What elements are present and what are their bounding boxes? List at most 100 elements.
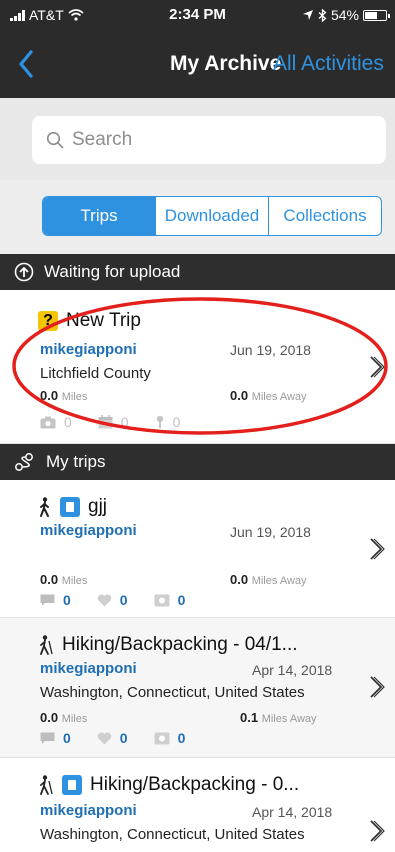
waypoint-icon [156, 415, 163, 428]
trip-stats: 0 0 0 [40, 730, 185, 746]
trip-name: Hiking/Backpacking - 0... [90, 774, 300, 795]
trip-name: New Trip [66, 310, 141, 331]
photos-count: 0 [64, 414, 72, 430]
trip-away-unit: Miles Away [261, 713, 317, 725]
trip-user[interactable]: mikegiapponi [40, 522, 137, 539]
comments-stat: 0 [40, 592, 71, 608]
trip-distance-value: 0.0 [40, 710, 59, 725]
trip-away-value: 0.0 [230, 388, 249, 403]
calendar-stat: 0 [98, 414, 129, 430]
photos-count: 0 [177, 592, 186, 608]
trip-date: Apr 14, 2018 [252, 662, 333, 678]
trip-card[interactable]: Hiking/Backpacking - 0... mikegiapponi A… [0, 758, 395, 852]
likes-count: 0 [119, 730, 128, 746]
waiting-section-label: Waiting for upload [44, 262, 181, 281]
photo-icon [154, 732, 170, 744]
trip-away-unit: Miles Away [251, 391, 307, 403]
comments-stat: 0 [40, 730, 71, 746]
heart-icon [97, 594, 112, 606]
search-area [0, 98, 395, 180]
segmented-control: Trips Downloaded Collections [42, 196, 382, 236]
back-button[interactable] [8, 44, 44, 84]
trip-date: Jun 19, 2018 [230, 342, 311, 358]
comments-count: 0 [63, 592, 71, 608]
search-input[interactable] [72, 129, 352, 151]
trip-title-row: Hiking/Backpacking - 0... [38, 774, 299, 796]
search-icon [46, 131, 64, 149]
trip-distance: 0.0 Miles [40, 388, 87, 403]
trip-title-row: ? New Trip [38, 310, 141, 332]
page-title: My Archive [170, 52, 282, 75]
tab-trips[interactable]: Trips [43, 197, 155, 235]
trip-location: Litchfield County [40, 365, 151, 382]
chevron-right-icon[interactable] [365, 536, 387, 562]
camera-icon [40, 416, 56, 428]
trip-user[interactable]: mikegiapponi [40, 660, 137, 677]
trip-card[interactable]: gjj mikegiapponi Jun 19, 2018 0.0 Miles … [0, 480, 395, 618]
navigation-bar: My Archive All Activities [0, 30, 395, 98]
my-trips-section-label: My trips [46, 452, 106, 471]
trip-name: Hiking/Backpacking - 04/1... [62, 634, 298, 655]
status-right: 54% [302, 7, 390, 23]
bluetooth-icon [318, 8, 327, 22]
likes-stat: 0 [97, 730, 128, 746]
status-bar: AT&T 2:34 PM 54% [0, 0, 395, 30]
search-box[interactable] [32, 116, 386, 164]
waypoints-count: 0 [172, 414, 181, 430]
tab-collections[interactable]: Collections [268, 197, 381, 235]
waiting-section-header: Waiting for upload [0, 254, 395, 290]
trip-title-row: Hiking/Backpacking - 04/1... [38, 634, 298, 656]
comment-icon [40, 594, 55, 606]
comment-icon [40, 732, 55, 744]
trip-card[interactable]: Hiking/Backpacking - 04/1... mikegiappon… [0, 618, 395, 758]
trip-stats: 0 0 0 [40, 592, 185, 608]
trip-distance-unit: Miles [61, 575, 88, 587]
heart-icon [97, 732, 112, 744]
comments-count: 0 [63, 730, 71, 746]
photo-icon [154, 594, 170, 606]
hiking-icon [40, 775, 53, 795]
location-arrow-icon [302, 10, 313, 20]
trip-title-row: gjj [38, 496, 107, 518]
trip-away: 0.0 Miles Away [230, 572, 307, 587]
hiking-icon [40, 635, 53, 655]
question-icon: ? [38, 311, 58, 331]
chevron-right-icon[interactable] [365, 674, 387, 700]
photos-stat: 0 [154, 592, 186, 608]
trip-away-value: 0.1 [240, 710, 259, 725]
battery-percent: 54% [330, 7, 359, 23]
chevron-right-icon[interactable] [365, 354, 387, 380]
route-icon [15, 453, 33, 471]
trip-away-value: 0.0 [230, 572, 249, 587]
photos-count: 0 [177, 730, 186, 746]
trip-distance-value: 0.0 [40, 572, 59, 587]
trip-stats: 0 0 0 [40, 414, 180, 430]
photos-stat: 0 [40, 414, 72, 430]
segment-area: Trips Downloaded Collections [0, 180, 395, 254]
trip-user[interactable]: mikegiapponi [40, 802, 137, 819]
lock-icon [62, 775, 82, 795]
lock-icon [60, 497, 80, 517]
trip-date: Jun 19, 2018 [230, 524, 311, 540]
trip-location: Washington, Connecticut, United States [40, 684, 305, 701]
photos-stat: 0 [154, 730, 186, 746]
trip-away-unit: Miles Away [251, 575, 307, 587]
likes-count: 0 [119, 592, 128, 608]
trip-distance-unit: Miles [61, 713, 88, 725]
calendar-count: 0 [120, 414, 129, 430]
chevron-left-icon [19, 50, 33, 78]
tab-downloaded[interactable]: Downloaded [155, 197, 268, 235]
battery-icon [363, 9, 390, 21]
trip-distance-value: 0.0 [40, 388, 59, 403]
trip-distance: 0.0 Miles [40, 572, 87, 587]
waypoints-stat: 0 [155, 414, 181, 430]
trip-away: 0.0 Miles Away [230, 388, 307, 403]
trip-user[interactable]: mikegiapponi [40, 341, 137, 358]
all-activities-link[interactable]: All Activities [273, 52, 384, 76]
trip-date: Apr 14, 2018 [252, 804, 333, 820]
chevron-right-icon[interactable] [365, 818, 387, 844]
trip-name: gjj [88, 496, 108, 517]
upload-icon [14, 262, 34, 282]
upload-trip-card[interactable]: ? New Trip mikegiapponi Jun 19, 2018 Lit… [0, 290, 395, 444]
likes-stat: 0 [97, 592, 128, 608]
